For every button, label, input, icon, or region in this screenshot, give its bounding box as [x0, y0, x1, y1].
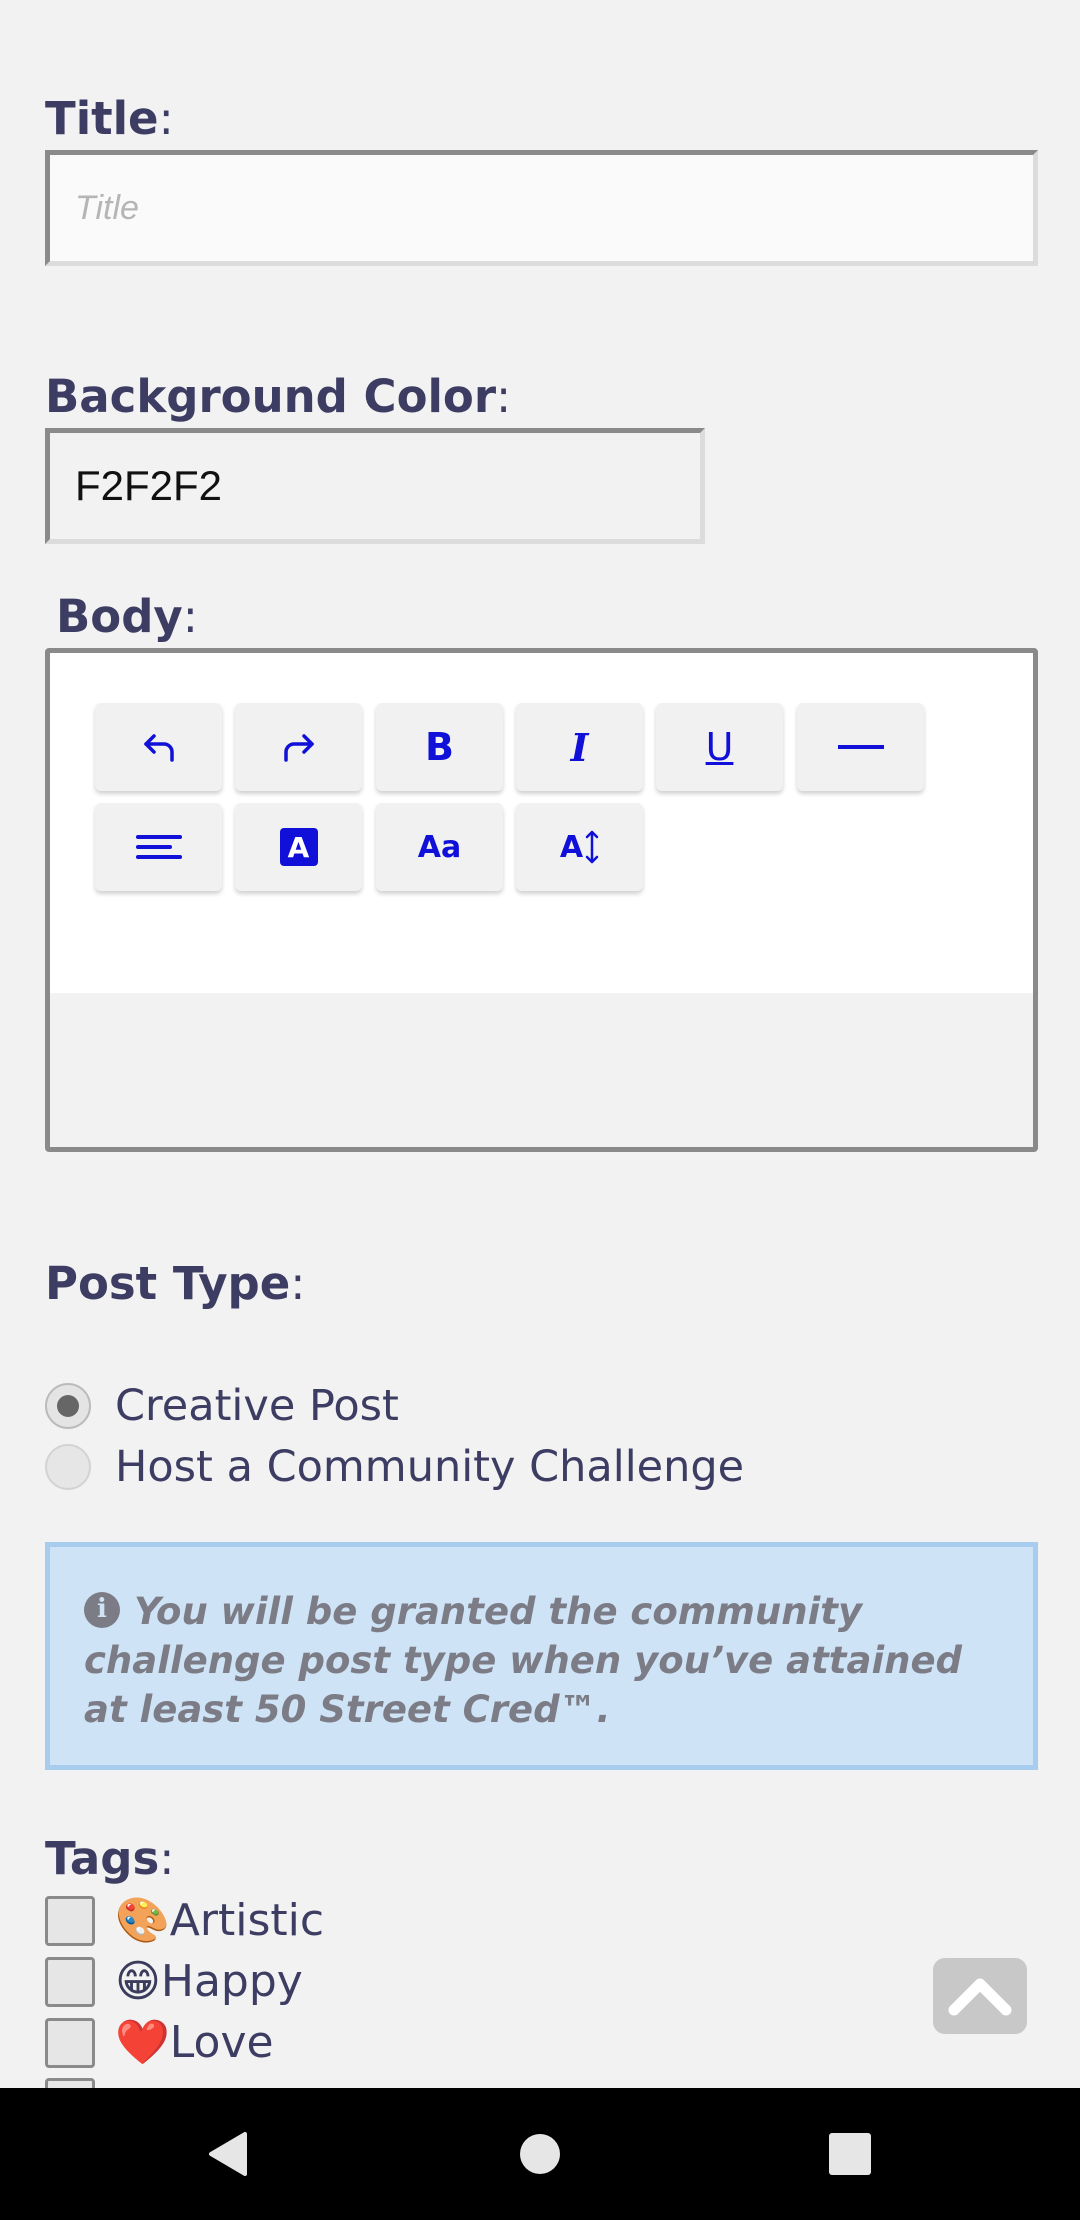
- tags-label: Tags:: [45, 1832, 174, 1885]
- text-color-button[interactable]: A: [235, 803, 362, 891]
- tags-label-text: Tags: [45, 1832, 160, 1885]
- title-label-colon: :: [158, 92, 174, 145]
- align-button[interactable]: [95, 803, 222, 891]
- body-label-colon: :: [182, 590, 198, 643]
- bold-icon: B: [425, 725, 454, 769]
- nav-home-button[interactable]: [460, 2088, 620, 2220]
- title-label-text: Title: [45, 92, 159, 145]
- scroll-to-top-button[interactable]: [933, 1958, 1027, 2034]
- radio-button[interactable]: [45, 1444, 91, 1490]
- home-icon: [520, 2134, 560, 2174]
- chevron-up-icon: [948, 1978, 1012, 2016]
- radio-button-checked[interactable]: [45, 1383, 91, 1429]
- bgcolor-label-colon: :: [496, 370, 512, 423]
- up-down-arrow-icon: [585, 830, 599, 864]
- info-text: You will be granted the community challe…: [84, 1590, 963, 1731]
- back-icon: [209, 2132, 247, 2176]
- redo-icon: [283, 734, 314, 762]
- tag-checkbox[interactable]: [45, 2017, 95, 2068]
- post-type-label: Post Type:: [45, 1257, 305, 1310]
- redo-button[interactable]: [235, 703, 362, 791]
- underline-icon: U: [705, 725, 734, 769]
- bgcolor-label: Background Color:: [45, 370, 511, 423]
- italic-button[interactable]: I: [516, 703, 643, 791]
- system-nav-bar: [0, 2088, 1080, 2220]
- line-height-icon: A: [560, 830, 599, 865]
- palette-icon: 🎨: [115, 1894, 170, 1946]
- undo-button[interactable]: [95, 703, 222, 791]
- tag-happy[interactable]: 😁 Happy: [45, 1956, 303, 2007]
- bgcolor-input[interactable]: [45, 428, 705, 544]
- tags-label-colon: :: [159, 1832, 175, 1885]
- radio-label: Host a Community Challenge: [115, 1442, 745, 1492]
- post-type-label-text: Post Type: [45, 1257, 291, 1310]
- info-message: i You will be granted the community chall…: [45, 1542, 1038, 1770]
- align-left-icon: [135, 835, 182, 859]
- text-color-icon: A: [279, 828, 318, 866]
- post-type-label-colon: :: [290, 1257, 306, 1310]
- heart-icon: ❤️: [115, 2016, 170, 2068]
- body-editor[interactable]: B I U A Aa A: [45, 648, 1038, 1152]
- recents-icon: [829, 2133, 871, 2175]
- tag-checkbox[interactable]: [45, 1895, 95, 1946]
- tag-artistic[interactable]: 🎨 Artistic: [45, 1895, 324, 1946]
- horizontal-rule-button[interactable]: [797, 703, 924, 791]
- tag-checkbox[interactable]: [45, 1956, 95, 2007]
- bgcolor-label-text: Background Color: [45, 370, 497, 423]
- bold-button[interactable]: B: [376, 703, 503, 791]
- radio-label: Creative Post: [115, 1381, 399, 1431]
- grin-icon: 😁: [115, 1955, 161, 2007]
- tag-label: Love: [169, 2017, 274, 2068]
- title-label: Title:: [45, 92, 174, 145]
- italic-icon: I: [570, 724, 589, 770]
- tag-love[interactable]: ❤️ Love: [45, 2017, 274, 2068]
- line-height-button[interactable]: A: [516, 803, 643, 891]
- title-input[interactable]: [45, 150, 1038, 266]
- nav-recents-button[interactable]: [770, 2088, 930, 2220]
- underline-button[interactable]: U: [656, 703, 783, 791]
- undo-icon: [143, 734, 174, 762]
- info-icon: i: [84, 1591, 120, 1628]
- radio-dot: [57, 1395, 79, 1417]
- text-color-letter: A: [287, 830, 310, 864]
- radio-creative-post[interactable]: Creative Post: [45, 1381, 399, 1431]
- font-size-button[interactable]: Aa: [376, 803, 503, 891]
- font-size-icon: Aa: [417, 829, 462, 865]
- radio-community-challenge[interactable]: Host a Community Challenge: [45, 1442, 744, 1492]
- editor-toolbar: B I U A Aa A: [50, 653, 1033, 993]
- body-label-text: Body: [56, 590, 183, 643]
- tag-label: Artistic: [169, 1895, 325, 1946]
- tag-label: Happy: [160, 1956, 303, 2007]
- line-height-letter: A: [559, 829, 584, 865]
- horizontal-rule-icon: [837, 745, 884, 749]
- body-label: Body:: [56, 590, 198, 643]
- nav-back-button[interactable]: [147, 2088, 307, 2220]
